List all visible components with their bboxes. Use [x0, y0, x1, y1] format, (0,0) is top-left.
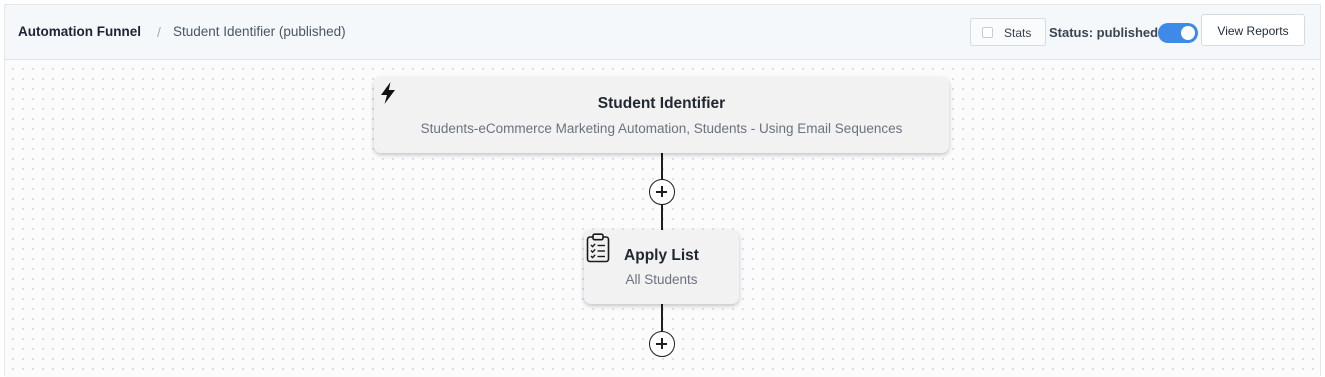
trigger-node-title: Student Identifier [597, 95, 726, 112]
toggle-knob [1181, 26, 1195, 40]
trigger-node-card[interactable]: Student Identifier Students-eCommerce Ma… [374, 77, 949, 153]
action-node-subtitle: All Students [625, 272, 698, 287]
view-reports-label: View Reports [1217, 24, 1289, 38]
view-reports-button[interactable]: View Reports [1201, 14, 1305, 46]
stats-checkbox[interactable] [982, 27, 993, 38]
connector-line [661, 153, 663, 181]
stats-label: Stats [1004, 26, 1032, 40]
connector-line [661, 303, 663, 333]
breadcrumb-separator: / [157, 24, 161, 40]
breadcrumb-root-link[interactable]: Automation Funnel [18, 24, 141, 39]
connector-line [661, 204, 663, 230]
trigger-node-subtitle: Students-eCommerce Marketing Automation,… [420, 121, 903, 136]
action-node-card[interactable]: Apply List All Students [584, 230, 739, 304]
status-label: Status: published [1049, 25, 1159, 40]
action-node-title: Apply List [624, 247, 699, 264]
breadcrumb-current: Student Identifier (published) [173, 24, 346, 39]
top-bar: Automation Funnel / Student Identifier (… [5, 5, 1320, 60]
add-step-button[interactable] [649, 331, 675, 357]
funnel-editor: Automation Funnel / Student Identifier (… [4, 4, 1321, 377]
status-toggle[interactable] [1158, 23, 1198, 43]
funnel-canvas[interactable]: Student Identifier Students-eCommerce Ma… [5, 61, 1320, 377]
stats-toggle-button[interactable]: Stats [970, 18, 1046, 46]
add-step-button[interactable] [649, 179, 675, 205]
